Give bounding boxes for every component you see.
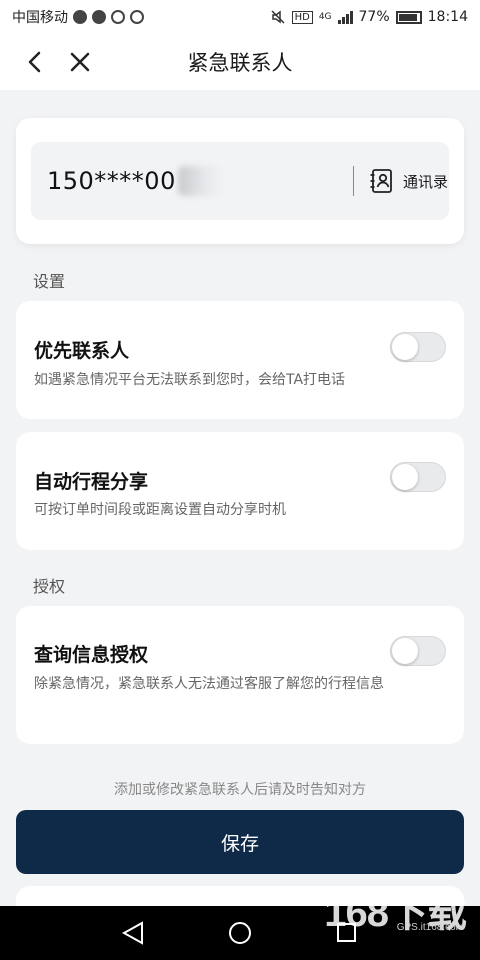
hd-badge: HD bbox=[291, 10, 313, 24]
battery-icon bbox=[395, 10, 422, 24]
auto-share-toggle[interactable] bbox=[390, 462, 446, 492]
save-button[interactable]: 保存 bbox=[16, 810, 464, 874]
setting-title: 优先联系人 bbox=[34, 340, 130, 362]
status-bar: 中国移动 HD 4G 77% 18:14 bbox=[0, 0, 480, 34]
phone-card: 150****00 通讯录 bbox=[16, 118, 464, 244]
phone-number: 150****00 bbox=[47, 167, 176, 195]
toggle-knob bbox=[392, 638, 418, 664]
setting-desc: 可按订单时间段或距离设置自动分享时机 bbox=[34, 502, 286, 518]
carrier-label: 中国移动 bbox=[12, 10, 68, 26]
nav-bar: 紧急联系人 bbox=[0, 34, 480, 90]
divider bbox=[353, 166, 354, 196]
message-icon bbox=[92, 10, 106, 24]
nav-home-icon[interactable] bbox=[229, 922, 251, 944]
setting-desc: 如遇紧急情况平台无法联系到您时，会给TA打电话 bbox=[34, 372, 346, 388]
watermark-site: GPS.it168.com bbox=[396, 922, 464, 933]
clock: 18:14 bbox=[427, 9, 468, 25]
mute-icon bbox=[271, 10, 285, 24]
setting-card-auto-share: 自动行程分享 可按订单时间段或距离设置自动分享时机 bbox=[16, 432, 464, 550]
back-button[interactable] bbox=[20, 46, 52, 78]
footer-hint: 添加或修改紧急联系人后请及时告知对方 bbox=[114, 782, 366, 798]
toggle-knob bbox=[392, 334, 418, 360]
info-authorization-toggle[interactable] bbox=[390, 636, 446, 666]
close-button[interactable] bbox=[64, 46, 96, 78]
setting-title: 自动行程分享 bbox=[34, 471, 149, 493]
setting-card-priority-contact: 优先联系人 如遇紧急情况平台无法联系到您时，会给TA打电话 bbox=[16, 301, 464, 419]
setting-card-info-authorization: 查询信息授权 除紧急情况，紧急联系人无法通过客服了解您的行程信息 bbox=[16, 606, 464, 744]
priority-contact-toggle[interactable] bbox=[390, 332, 446, 362]
back-arrow-icon bbox=[28, 51, 41, 73]
phone-input[interactable]: 150****00 通讯录 bbox=[31, 142, 449, 220]
record-icon bbox=[130, 10, 144, 24]
redaction-blur bbox=[177, 166, 222, 196]
signal-icon bbox=[337, 10, 353, 24]
contacts-button[interactable]: 通讯录 bbox=[369, 160, 448, 202]
app-notification-icon bbox=[111, 10, 125, 24]
nav-back-icon[interactable] bbox=[121, 921, 143, 945]
close-icon bbox=[70, 52, 90, 72]
section-settings-label: 设置 bbox=[33, 272, 66, 291]
battery-percent: 77% bbox=[358, 9, 390, 25]
network-label: 4G bbox=[318, 12, 332, 22]
toggle-knob bbox=[392, 464, 418, 490]
page-title: 紧急联系人 bbox=[187, 51, 293, 75]
setting-desc: 除紧急情况，紧急联系人无法通过客服了解您的行程信息 bbox=[34, 676, 384, 692]
wechat-icon bbox=[73, 10, 87, 24]
section-authorization-label: 授权 bbox=[33, 577, 66, 596]
setting-title: 查询信息授权 bbox=[34, 644, 149, 666]
address-book-icon bbox=[370, 169, 392, 193]
contacts-label: 通讯录 bbox=[403, 172, 449, 191]
